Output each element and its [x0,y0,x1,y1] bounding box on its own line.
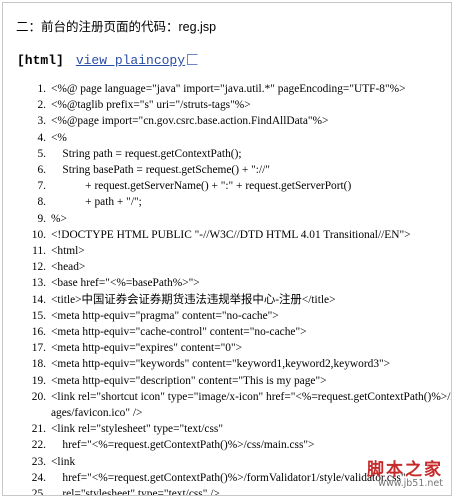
code-line: 9. %> [3,211,451,227]
watermark: 脚本之家 www.jb51.net [367,455,443,489]
document-frame: 二：前台的注册页面的代码：reg.jsp [html] view plainco… [2,2,452,496]
code-text: rel="stylesheet" type="text/css" /> [51,488,220,496]
code-text: <html> [51,245,85,258]
code-text: String path = request.getContextPath(); [51,147,242,160]
code-line: 22. href="<%=request.getContextPath()%>/… [3,437,451,453]
code-line: 11. <html> [3,243,451,259]
view-plaincopy-label: view plaincopy [75,53,186,68]
code-text: %> [51,212,67,225]
line-number: 5. [37,147,46,160]
line-number: 15. [31,309,46,322]
code-line: 20. <link rel="shortcut icon" type="image… [3,389,451,421]
code-text: <link [51,455,76,468]
line-number: 25. [31,488,46,496]
line-number: 11. [32,245,46,258]
line-number: 23. [31,455,46,468]
line-number: 8. [37,196,46,209]
line-number: 18. [31,358,46,371]
code-text: <link rel="shortcut icon" type="image/x-… [51,390,452,403]
copy-icon[interactable] [187,54,199,65]
code-text: <base href="<%=basePath%>"> [51,277,200,290]
code-text: <meta http-equiv="cache-control" content… [51,326,307,339]
line-number: 21. [31,423,46,436]
code-text: <meta http-equiv="expires" content="0"> [51,342,243,355]
code-line: 21. <link rel="stylesheet" type="text/css… [3,421,451,437]
code-text: <% [51,131,67,144]
code-line: 16. <meta http-equiv="cache-control" cont… [3,324,451,340]
line-number: 3. [37,115,46,128]
code-line: 3. <%@page import="cn.gov.csrc.base.actio… [3,113,451,129]
code-line: 13. <base href="<%=basePath%>"> [3,275,451,291]
code-text: href="<%=request.getContextPath()%>/css/… [51,439,315,452]
line-number: 19. [31,374,46,387]
watermark-url: www.jb51.net [378,478,443,489]
language-label: [html] [17,53,64,68]
line-number: 14. [31,293,46,306]
code-line: 17. <meta http-equiv="expires" content="0… [3,340,451,356]
code-listing: 1. <%@ page language="java" import="java.… [3,81,451,496]
code-toolbar: [html] view plaincopy [17,53,199,68]
code-text: <meta http-equiv="pragma" content="no-ca… [51,309,279,322]
line-number: 12. [31,261,46,274]
code-text: String basePath = request.getScheme() + … [51,164,270,177]
line-number: 13. [31,277,46,290]
line-number: 10. [31,228,46,241]
code-line: 6. String basePath = request.getScheme()… [3,162,451,178]
code-text: <meta http-equiv="description" content="… [51,374,327,387]
line-number: 24. [31,471,46,484]
line-number: 9. [37,212,46,225]
code-line: 10. <!DOCTYPE HTML PUBLIC "-//W3C//DTD HT… [3,227,451,243]
code-line: 7. + request.getServerName() + ":" + req… [3,178,451,194]
line-number: 1. [37,83,46,95]
code-text: <meta http-equiv="keywords" content="key… [51,358,391,371]
code-text: <!DOCTYPE HTML PUBLIC "-//W3C//DTD HTML … [51,228,411,241]
code-line: 5. String path = request.getContextPath(… [3,146,451,162]
code-text: + request.getServerName() + ":" + reques… [51,180,352,193]
code-line: 19. <meta http-equiv="description" conten… [3,373,451,389]
line-number: 4. [37,131,46,144]
code-text: <title>中国证券会证券期货违法违规举报中心-注册</title> [51,293,336,306]
line-number: 17. [31,342,46,355]
code-text: href="<%=request.getContextPath()%>/form… [51,471,406,484]
line-number: 22. [31,439,46,452]
line-number: 16. [31,326,46,339]
code-text: <%@taglib prefix="s" uri="/struts-tags"%… [51,99,251,112]
code-text: <head> [51,261,86,274]
line-number: 7. [37,180,46,193]
code-text: <%@ page language="java" import="java.ut… [51,83,406,95]
watermark-title: 脚本之家 [367,460,443,480]
code-line: 18. <meta http-equiv="keywords" content="… [3,356,451,372]
code-line: 8. + path + "/"; [3,194,451,210]
code-line: 2. <%@taglib prefix="s" uri="/struts-tags… [3,97,451,113]
line-number: 6. [37,164,46,177]
code-line: 12. <head> [3,259,451,275]
code-line: 15. <meta http-equiv="pragma" content="no… [3,308,451,324]
line-number: 20. [31,390,46,403]
code-text: + path + "/"; [51,196,142,209]
code-line: 1. <%@ page language="java" import="java.… [3,81,451,97]
code-line: 4. <% [3,130,451,146]
page-heading: 二：前台的注册页面的代码：reg.jsp [16,20,217,34]
view-plaincopy-link[interactable]: view plaincopy [75,53,199,68]
code-text-continuation: ages/favicon.ico" /> [51,407,143,420]
code-text: <%@page import="cn.gov.csrc.base.action.… [51,115,329,128]
code-line: 14. <title>中国证券会证券期货违法违规举报中心-注册</title> [3,292,451,308]
line-number: 2. [37,99,46,112]
code-text: <link rel="stylesheet" type="text/css" [51,423,223,436]
